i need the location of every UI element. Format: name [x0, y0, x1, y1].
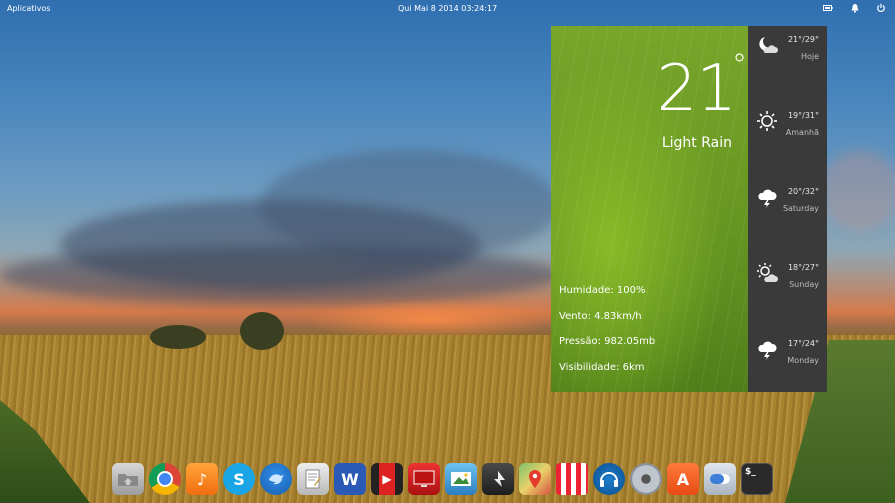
settings-toggle-icon[interactable] — [704, 463, 736, 495]
popcorn-time-icon[interactable] — [556, 463, 588, 495]
forecast-range: 21°/29° — [787, 35, 819, 44]
humidity: Humidade: 100% — [559, 285, 646, 296]
sun-icon — [757, 111, 777, 131]
dock: ♪ S W ▶ A $_ — [112, 463, 773, 497]
music-icon[interactable]: ♪ — [186, 463, 218, 495]
forecast-day[interactable]: 21°/29° Hoje — [748, 26, 827, 102]
forecast-day-label: Hoje — [800, 52, 819, 61]
files-icon[interactable] — [112, 463, 144, 495]
terminal-glyph: $_ — [745, 467, 756, 477]
battery-icon[interactable] — [823, 3, 833, 13]
music-glyph: ♪ — [196, 469, 208, 489]
text-editor-icon[interactable] — [297, 463, 329, 495]
forecast-day[interactable]: 20°/32° Saturday — [748, 178, 827, 254]
cloud — [820, 150, 895, 230]
play-glyph: ▶ — [382, 472, 392, 486]
sunset-glow — [300, 300, 560, 340]
forecast-day[interactable]: 19°/31° Amanhã — [748, 102, 827, 178]
weather-widget[interactable]: 21 ° Light Rain Humidade: 100% Vento: 4.8… — [551, 26, 827, 392]
word-processor-icon[interactable]: W — [334, 463, 366, 495]
photos-icon[interactable] — [445, 463, 477, 495]
inkscape-icon[interactable] — [482, 463, 514, 495]
temperature-value: 21 — [656, 52, 737, 126]
screen-recorder-icon[interactable] — [408, 463, 440, 495]
weather-details: Humidade: 100% Vento: 4.83km/h Pressão: … — [559, 278, 655, 380]
applications-menu[interactable]: Aplicativos — [7, 4, 50, 13]
skype-glyph: S — [233, 469, 245, 489]
forecast-list: 21°/29° Hoje 19°/31° Amanhã 20°/32° Satu… — [748, 26, 827, 392]
terminal-icon[interactable]: $_ — [741, 463, 773, 495]
store-glyph: A — [676, 469, 690, 489]
word-glyph: W — [341, 469, 359, 489]
forecast-day[interactable]: 18°/27° Sunday — [748, 254, 827, 330]
chrome-icon[interactable] — [149, 463, 181, 495]
forecast-range: 17°/24° — [787, 339, 819, 348]
sun-cloud-icon — [757, 263, 778, 282]
forecast-day-label: Amanhã — [785, 128, 819, 137]
forecast-day-label: Sunday — [789, 280, 819, 289]
forecast-day-label: Monday — [787, 356, 819, 365]
cloud — [0, 245, 560, 305]
tree — [150, 325, 206, 349]
twitter-client-icon[interactable] — [260, 463, 292, 495]
current-temperature: 21 ° — [656, 48, 747, 126]
forecast-range: 19°/31° — [787, 111, 819, 120]
forecast-day-label: Saturday — [782, 204, 819, 213]
disk-utility-icon[interactable] — [630, 463, 662, 495]
forecast-range: 18°/27° — [787, 263, 819, 272]
notification-bell-icon[interactable] — [850, 3, 860, 13]
weather-condition: Light Rain — [661, 135, 732, 151]
forecast-range: 20°/32° — [787, 187, 819, 196]
clock[interactable]: Qui Mai 8 2014 03:24:17 — [398, 4, 497, 13]
moon-cloud-icon — [759, 37, 778, 53]
power-icon[interactable] — [876, 3, 886, 13]
forecast-day[interactable]: 17°/24° Monday — [748, 330, 827, 406]
top-panel: Aplicativos Qui Mai 8 2014 03:24:17 — [0, 0, 895, 18]
audio-headset-icon[interactable] — [593, 463, 625, 495]
wind: Vento: 4.83km/h — [559, 310, 642, 322]
degree-symbol: ° — [732, 48, 747, 83]
skype-icon[interactable]: S — [223, 463, 255, 495]
visibility: Visibilidade: 6km — [559, 361, 645, 373]
storm-cloud-icon — [758, 341, 777, 360]
pressure: Pressão: 982.05mb — [559, 336, 656, 347]
weather-current: 21 ° Light Rain Humidade: 100% Vento: 4.8… — [551, 26, 748, 392]
video-player-icon[interactable]: ▶ — [371, 463, 403, 495]
maps-icon[interactable] — [519, 463, 551, 495]
storm-cloud-icon — [758, 189, 777, 208]
app-store-icon[interactable]: A — [667, 463, 699, 495]
tree — [240, 312, 284, 350]
